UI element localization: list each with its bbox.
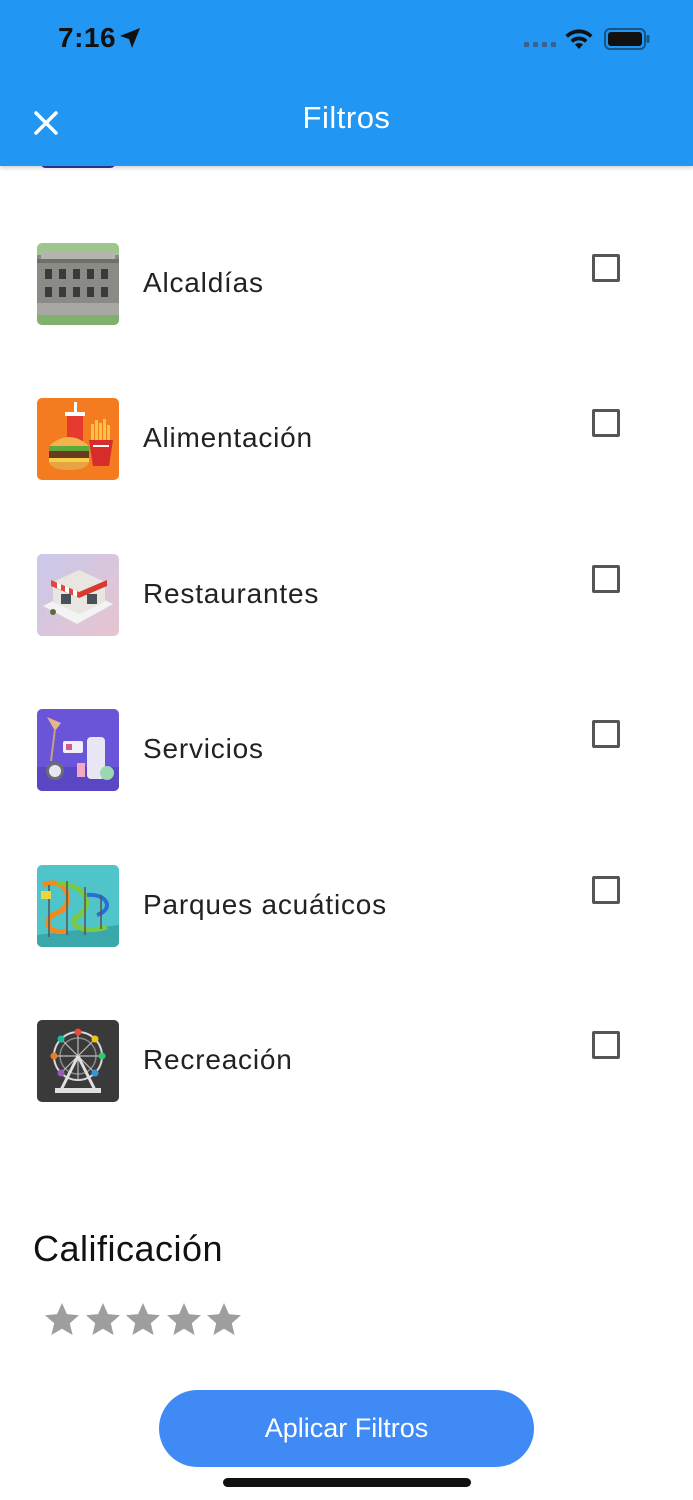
- category-item-restaurantes[interactable]: Restaurantes: [0, 554, 693, 636]
- location-arrow-icon: [120, 28, 140, 48]
- category-item-parques-acuaticos[interactable]: Parques acuáticos: [0, 865, 693, 947]
- star-icon[interactable]: [204, 1300, 244, 1340]
- apply-filters-button[interactable]: Aplicar Filtros: [159, 1390, 534, 1467]
- app-bar: 7:16 Filtros: [0, 0, 693, 166]
- star-icon[interactable]: [83, 1300, 123, 1340]
- home-indicator: [223, 1478, 471, 1487]
- category-label: Recreación: [143, 1044, 293, 1075]
- star-icon[interactable]: [164, 1300, 204, 1340]
- category-checkbox[interactable]: [592, 565, 620, 593]
- category-item-recreacion[interactable]: Recreación: [0, 1020, 693, 1102]
- star-icon[interactable]: [123, 1300, 163, 1340]
- cellular-signal-icon: [524, 42, 556, 47]
- category-checkbox[interactable]: [592, 720, 620, 748]
- category-label: Parques acuáticos: [143, 889, 387, 920]
- category-item-servicios[interactable]: Servicios: [0, 709, 693, 791]
- services-desk-lamp-icon: [37, 709, 119, 791]
- filters-screen: 7:16 Filtros Alcaldías Alimentación Rest…: [0, 0, 693, 1500]
- category-checkbox[interactable]: [592, 409, 620, 437]
- burger-fries-soda-icon: [37, 398, 119, 480]
- rating-title: Calificación: [33, 1228, 224, 1269]
- category-item-alcaldias[interactable]: Alcaldías: [0, 243, 693, 325]
- star-rating: [42, 1300, 245, 1340]
- page-title: Filtros: [302, 100, 391, 135]
- category-checkbox[interactable]: [592, 254, 620, 282]
- category-label: Alimentación: [143, 422, 313, 453]
- status-time: 7:16: [58, 22, 117, 53]
- category-item-alimentacion[interactable]: Alimentación: [0, 398, 693, 480]
- star-icon[interactable]: [42, 1300, 82, 1340]
- category-label: Alcaldías: [143, 267, 264, 298]
- restaurant-storefront-icon: [37, 554, 119, 636]
- wifi-icon: [565, 29, 593, 49]
- category-checkbox[interactable]: [592, 1031, 620, 1059]
- category-checkbox[interactable]: [592, 876, 620, 904]
- city-hall-building-icon: [37, 243, 119, 325]
- category-label: Restaurantes: [143, 578, 320, 609]
- ferris-wheel-icon: [37, 1020, 119, 1102]
- category-label: Servicios: [143, 733, 264, 764]
- water-park-slides-icon: [37, 865, 119, 947]
- battery-icon: [604, 28, 650, 50]
